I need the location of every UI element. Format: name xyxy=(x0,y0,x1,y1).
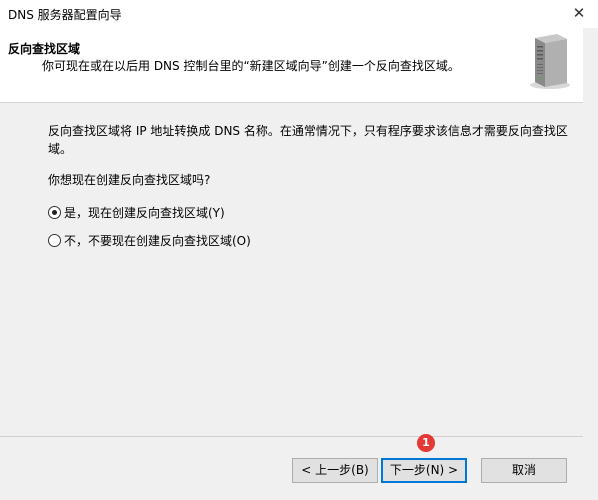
radio-no-option[interactable]: 不，不要现在创建反向查找区域(O) xyxy=(48,232,251,249)
vertical-scrollbar[interactable] xyxy=(583,28,598,500)
header-title: 反向查找区域 xyxy=(8,42,81,56)
close-button[interactable]: ✕ xyxy=(566,2,592,26)
radio-yes[interactable] xyxy=(48,206,61,219)
question-text: 你想现在创建反向查找区域吗? xyxy=(48,173,211,187)
radio-no-label[interactable]: 不，不要现在创建反向查找区域(O) xyxy=(64,232,251,249)
title-bar: DNS 服务器配置向导 ✕ xyxy=(0,0,598,28)
annotation-badge: 1 xyxy=(417,434,435,452)
radio-yes-label[interactable]: 是，现在创建反向查找区域(Y) xyxy=(64,204,225,221)
radio-yes-option[interactable]: 是，现在创建反向查找区域(Y) xyxy=(48,204,225,221)
wizard-content: 反向查找区域将 IP 地址转换成 DNS 名称。在通常情况下，只有程序要求该信息… xyxy=(0,103,583,435)
window-title: DNS 服务器配置向导 xyxy=(8,8,122,22)
back-button[interactable]: < 上一步(B) xyxy=(292,458,378,483)
footer-divider xyxy=(0,436,583,437)
wizard-header: 反向查找区域 你可现在或在以后用 DNS 控制台里的“新建区域向导”创建一个反向… xyxy=(0,28,583,103)
server-icon xyxy=(530,34,570,89)
cancel-button[interactable]: 取消 xyxy=(481,458,567,483)
header-subtitle: 你可现在或在以后用 DNS 控制台里的“新建区域向导”创建一个反向查找区域。 xyxy=(42,59,460,73)
radio-no[interactable] xyxy=(48,234,61,247)
description-text: 反向查找区域将 IP 地址转换成 DNS 名称。在通常情况下，只有程序要求该信息… xyxy=(48,124,568,156)
next-button[interactable]: 下一步(N) > xyxy=(381,458,467,483)
